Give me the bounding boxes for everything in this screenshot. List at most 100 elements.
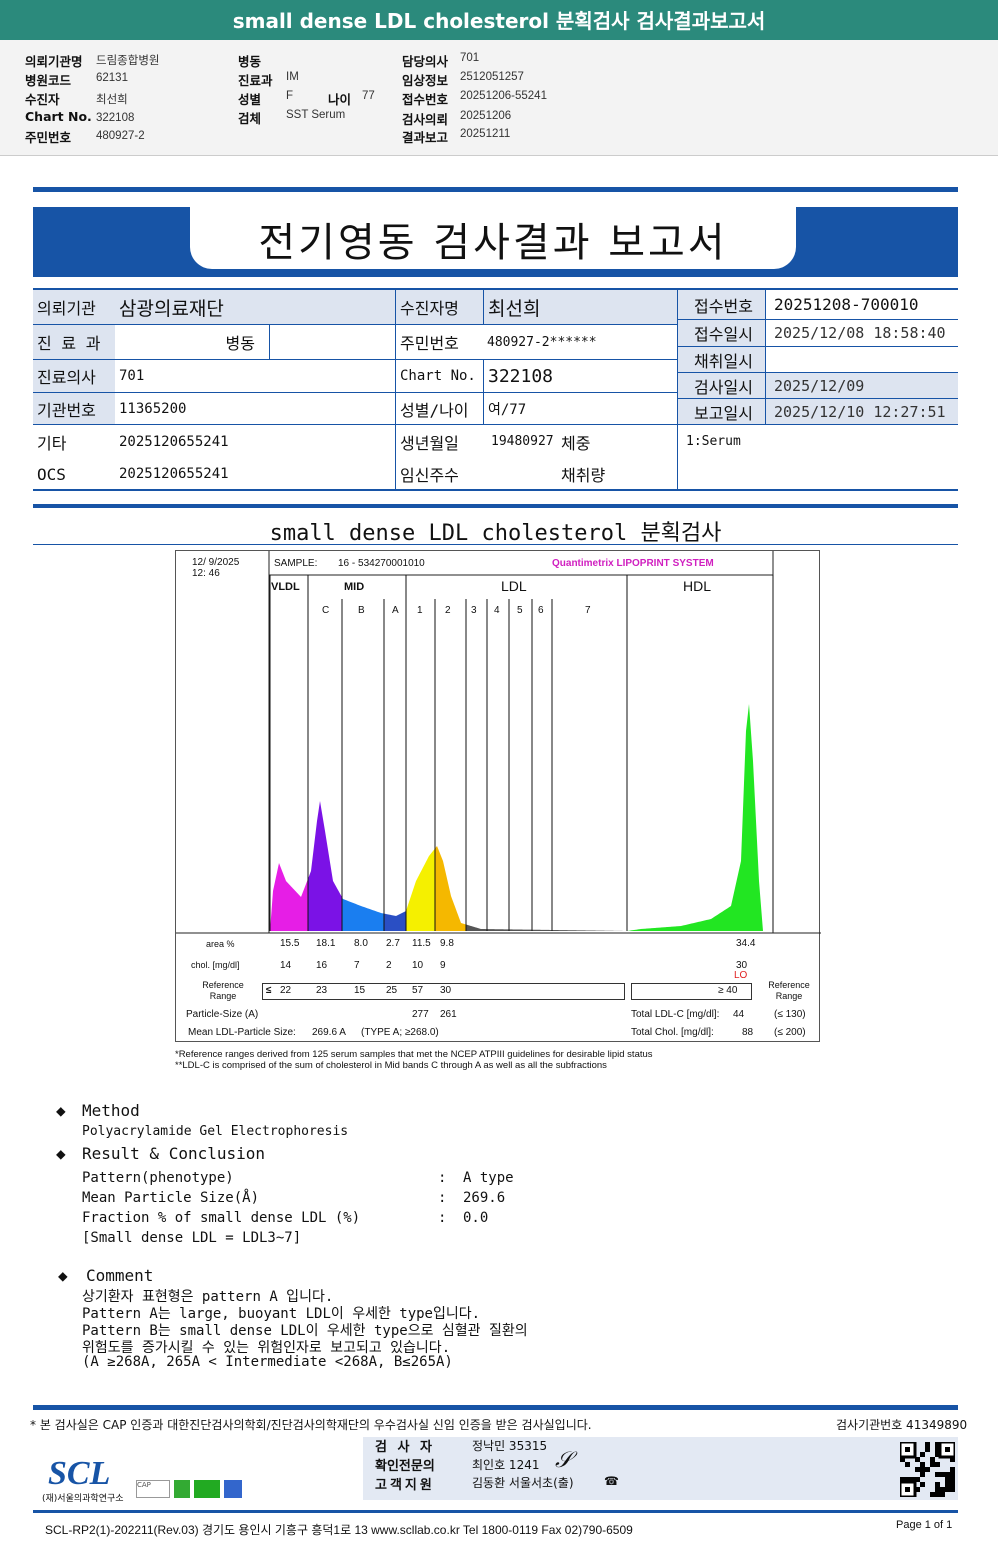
colon: :: [438, 1170, 447, 1186]
ref-prefix: ≤: [266, 985, 272, 996]
value: F: [286, 90, 294, 102]
result-value: 0.0: [463, 1210, 489, 1226]
label: Chart No.: [25, 109, 92, 124]
band-area-ldl3-7: [466, 924, 627, 931]
result-label: Fraction % of small dense LDL (%): [82, 1210, 361, 1226]
report-title: 전기영동 검사결과 보고서: [258, 220, 728, 266]
divider: [33, 187, 958, 192]
page-number: Page 1 of 1: [896, 1519, 953, 1531]
row-label: Reference Range: [768, 980, 810, 1001]
address: SCL-RP2(1)-202211(Rev.03) 경기도 용인시 기흥구 흥덕…: [45, 1523, 633, 1537]
section-title: small dense LDL cholesterol 분획검사: [269, 521, 722, 546]
patient-info-panel: 의뢰기관명 드림종합병원 병원코드 62131 수진자 최선희 Chart No. 32…: [0, 40, 998, 156]
ref-value: 25: [386, 985, 398, 996]
row-label: chol. [mg/dl]: [191, 960, 240, 970]
chol-value: 2: [386, 960, 392, 971]
group-vldl: VLDL: [271, 581, 300, 593]
label: 검체: [238, 111, 262, 126]
method-text: Polyacrylamide Gel Electrophoresis: [82, 1124, 349, 1139]
band-label: 4: [494, 605, 500, 616]
area-value: 9.8: [440, 938, 454, 949]
label: 병동: [238, 54, 262, 69]
label: 채취일시: [677, 347, 765, 373]
divider: [33, 544, 958, 545]
band-label: 7: [585, 605, 591, 616]
area-value: 8.0: [354, 938, 368, 949]
value: 2025/12/10 12:27:51: [765, 399, 958, 425]
ldl-label: Total LDL-C [mg/dl]:: [631, 1009, 720, 1020]
brand-name: Quantimetrix LIPOPRINT: [552, 558, 670, 569]
row-label: Mean LDL-Particle Size:: [188, 1027, 296, 1038]
value: 19480927: [491, 434, 554, 449]
value: 701: [115, 360, 395, 393]
label: 기타: [37, 433, 67, 453]
value: [270, 325, 395, 360]
band-label: 2: [445, 605, 451, 616]
divider: [33, 1405, 958, 1410]
label: 결과보고: [402, 130, 449, 145]
electrophoresis-chart: 12/ 9/2025 12: 46 SAMPLE: 16 - 534270001…: [175, 550, 821, 1042]
area-value: 11.5: [412, 938, 431, 949]
signature: 𝒮: [555, 1448, 573, 1473]
ref-value: 30: [440, 985, 452, 996]
band-label: 1: [417, 605, 423, 616]
value: 2025/12/08 18:58:40: [765, 320, 958, 347]
value: 322108: [483, 360, 677, 393]
value: 20251206: [460, 110, 512, 122]
footnote: *Reference ranges derived from 125 serum…: [175, 1049, 653, 1060]
label: 진료의사: [33, 360, 115, 393]
divider: [33, 504, 958, 508]
band-label: A: [392, 605, 399, 616]
group-ldl: LDL: [501, 578, 527, 594]
label: 생년월일: [395, 425, 483, 458]
value: 최선희: [483, 290, 677, 325]
cap-logo: CAP: [136, 1480, 170, 1498]
label: 주민번호: [25, 130, 72, 145]
label: 진료과: [238, 73, 273, 88]
label: 임상정보: [402, 73, 449, 88]
hdl-flag: LO: [734, 970, 748, 981]
band-label: 3: [471, 605, 477, 616]
value: 여/77: [483, 393, 677, 425]
tc-value: 88: [742, 1027, 754, 1038]
value: 2025120655241: [119, 466, 229, 482]
value: 최선희: [96, 94, 128, 106]
label: 주민번호: [395, 325, 483, 360]
band-area-c: [308, 801, 342, 931]
label: 나이: [328, 92, 352, 107]
value: [765, 347, 958, 373]
value: 701: [460, 52, 480, 64]
value: 480927-2******: [483, 325, 677, 360]
band-label: C: [322, 605, 330, 616]
value: 병동: [115, 325, 270, 360]
accreditation-logos: CAP: [136, 1480, 256, 1500]
area-value: 15.5: [280, 938, 300, 949]
ref-value: 23: [316, 985, 328, 996]
label: 체중: [561, 433, 591, 453]
band-area-vldl: [270, 863, 308, 931]
ref-value: 57: [412, 985, 424, 996]
value: 62131: [96, 72, 128, 84]
staff-value: 최인호 1241: [472, 1458, 540, 1472]
label: OCS: [37, 464, 66, 484]
kolas-logo: [224, 1480, 242, 1498]
qr-code: [898, 1440, 957, 1499]
band-label: B: [358, 605, 365, 616]
label: 접수번호: [677, 290, 765, 320]
notice: * 본 검사실은 CAP 인증과 대한진단검사의학회/진단검사의학재단의 우수검…: [30, 1418, 592, 1432]
label: Chart No.: [395, 360, 483, 393]
comment-title: Comment: [86, 1266, 154, 1285]
method-title: Method: [82, 1101, 140, 1120]
label: 검사의뢰: [402, 112, 449, 127]
comment-line: (A ≥268A, 265A < Intermediate <268A, B≤2…: [82, 1354, 453, 1370]
chart-time: 12: 46: [192, 568, 220, 579]
colon: :: [438, 1210, 447, 1226]
chol-value: 16: [316, 960, 328, 971]
row-label: Particle-Size (A): [186, 1009, 259, 1020]
ref-value: 15: [354, 985, 366, 996]
value: 20251211: [460, 128, 511, 140]
label: 접수번호: [402, 92, 449, 107]
label: 성별: [238, 92, 262, 107]
chart-plot: [176, 551, 821, 934]
value: 드림종합병원: [96, 55, 160, 67]
